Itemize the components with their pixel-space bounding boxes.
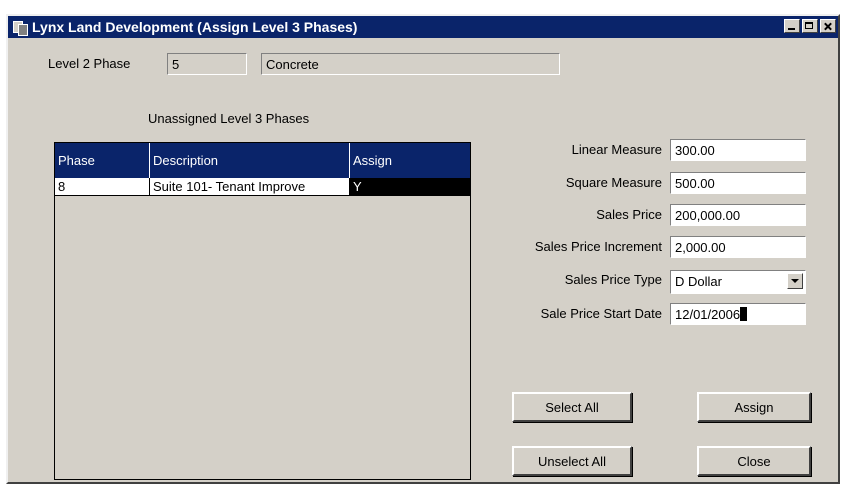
title-bar[interactable]: Lynx Land Development (Assign Level 3 Ph… — [8, 16, 838, 38]
chevron-down-icon[interactable] — [787, 273, 803, 289]
unassigned-phases-grid[interactable]: Phase Description Assign 8 Suite 101- Te… — [54, 142, 471, 480]
sales-price-type-value: D Dollar — [675, 274, 722, 289]
close-icon[interactable] — [820, 19, 836, 33]
cell-phase[interactable]: 8 — [55, 178, 150, 196]
window-title: Lynx Land Development (Assign Level 3 Ph… — [32, 19, 358, 35]
select-all-button[interactable]: Select All — [512, 392, 632, 422]
level2-phase-description-field: Concrete — [261, 53, 560, 75]
cell-assign[interactable]: Y — [350, 178, 470, 196]
sales-price-type-label: Sales Price Type — [564, 272, 662, 287]
unselect-all-button[interactable]: Unselect All — [512, 446, 632, 476]
window-controls — [782, 19, 836, 33]
level2-phase-label: Level 2 Phase — [48, 56, 131, 71]
table-row[interactable]: 8 Suite 101- Tenant Improve Y — [55, 178, 470, 196]
sales-price-type-select[interactable]: D Dollar — [670, 270, 806, 294]
minimize-icon[interactable] — [784, 19, 800, 33]
app-icon — [12, 19, 28, 36]
assign-button[interactable]: Assign — [697, 392, 811, 422]
assign-level3-phases-window: Lynx Land Development (Assign Level 3 Ph… — [6, 14, 840, 484]
sales-price-increment-input[interactable]: 2,000.00 — [670, 236, 806, 258]
text-cursor — [740, 307, 748, 321]
sales-price-input[interactable]: 200,000.00 — [670, 204, 806, 226]
sales-price-label: Sales Price — [596, 207, 662, 222]
cell-description[interactable]: Suite 101- Tenant Improve — [150, 178, 350, 196]
level2-phase-code-field: 5 — [167, 53, 247, 75]
grid-header: Phase Description Assign — [55, 143, 470, 178]
sales-price-increment-label: Sales Price Increment — [534, 239, 662, 254]
maximize-icon[interactable] — [802, 19, 818, 33]
linear-measure-input[interactable]: 300.00 — [670, 139, 806, 161]
close-button[interactable]: Close — [697, 446, 811, 476]
sale-price-start-date-label: Sale Price Start Date — [540, 306, 662, 321]
column-header-description[interactable]: Description — [150, 143, 350, 178]
sale-price-start-date-value: 12/01/2006 — [675, 307, 741, 322]
linear-measure-label: Linear Measure — [571, 142, 662, 157]
square-measure-input[interactable]: 500.00 — [670, 172, 806, 194]
column-header-phase[interactable]: Phase — [55, 143, 150, 178]
column-header-assign[interactable]: Assign — [350, 143, 470, 178]
unassigned-phases-title: Unassigned Level 3 Phases — [148, 111, 310, 126]
square-measure-label: Square Measure — [565, 175, 662, 190]
sale-price-start-date-input[interactable]: 12/01/2006 — [670, 303, 806, 325]
